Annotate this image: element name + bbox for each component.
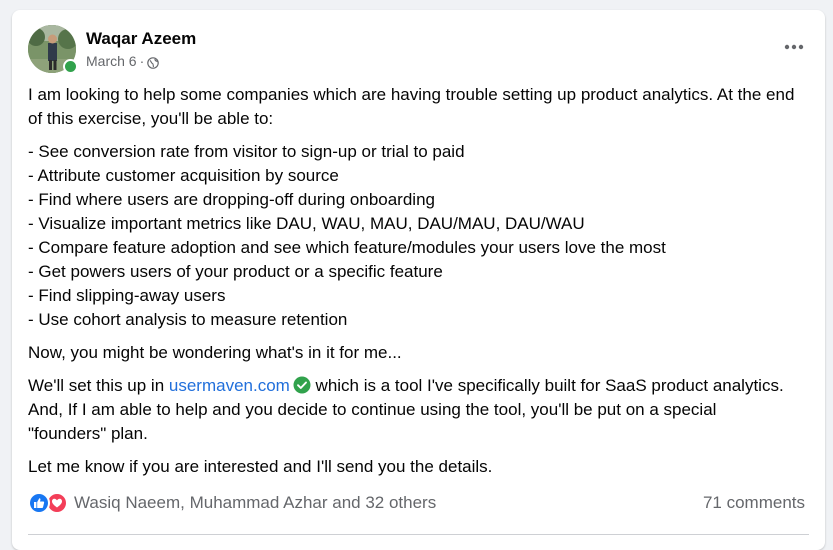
setup-prefix: We'll set this up in [28, 376, 169, 395]
like-icon[interactable] [28, 492, 50, 514]
post-setup-paragraph: We'll set this up in usermaven.com which… [28, 374, 798, 446]
meta-separator: · [139, 53, 145, 69]
post-wondering: Now, you might be wondering what's in it… [28, 343, 402, 362]
usermaven-link[interactable]: usermaven.com [169, 376, 290, 395]
post-meta: March 6 · [86, 52, 196, 70]
online-status-dot [63, 59, 78, 74]
verified-check-icon [293, 376, 311, 394]
avatar-container[interactable] [28, 25, 78, 74]
list-item: - Compare feature adoption and see which… [28, 238, 666, 257]
reactions-summary[interactable]: Wasiq Naeem, Muhammad Azhar and 32 other… [28, 492, 436, 514]
post-date[interactable]: March 6 [86, 52, 137, 70]
list-item: - Use cohort analysis to measure retenti… [28, 310, 348, 329]
reaction-icons[interactable] [28, 492, 68, 514]
post-closing: Let me know if you are interested and I'… [28, 457, 493, 476]
list-item: - See conversion rate from visitor to si… [28, 142, 465, 161]
comments-count-link[interactable]: 71 comments [703, 493, 805, 513]
reactors-text[interactable]: Wasiq Naeem, Muhammad Azhar and 32 other… [74, 493, 436, 513]
post-intro: I am looking to help some companies whic… [28, 85, 795, 128]
author-block: Waqar Azeem March 6 · [86, 28, 196, 70]
globe-icon[interactable] [147, 55, 160, 69]
post-card: Waqar Azeem March 6 · I am looking to he… [12, 10, 825, 550]
list-item: - Get powers users of your product or a … [28, 262, 443, 281]
post-options-button[interactable] [779, 32, 809, 62]
list-item: - Find slipping-away users [28, 286, 226, 305]
reactions-bar: Wasiq Naeem, Muhammad Azhar and 32 other… [28, 487, 805, 519]
list-item: - Visualize important metrics like DAU, … [28, 214, 585, 233]
list-item: - Find where users are dropping-off duri… [28, 190, 435, 209]
post-header: Waqar Azeem March 6 · [28, 24, 196, 74]
more-horizontal-icon [784, 44, 804, 50]
author-name[interactable]: Waqar Azeem [86, 28, 196, 50]
list-item: - Attribute customer acquisition by sour… [28, 166, 339, 185]
benefits-list: - See conversion rate from visitor to si… [28, 140, 798, 332]
post-body: I am looking to help some companies whic… [28, 83, 798, 479]
actions-divider [28, 534, 809, 535]
